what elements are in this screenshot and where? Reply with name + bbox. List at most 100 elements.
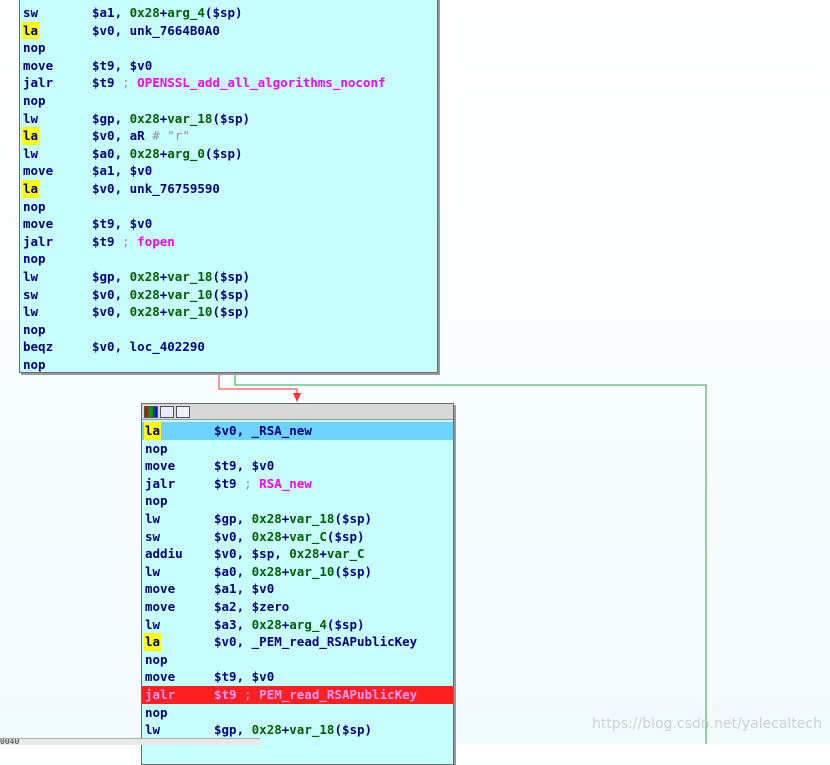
instruction-row[interactable]: move $t9, $v0 — [20, 215, 437, 233]
graph-color-icon[interactable] — [144, 406, 158, 418]
instruction-row[interactable]: jalr $t9 ; OPENSSL_add_all_algorithms_noc… — [20, 74, 437, 92]
mnemonic[interactable]: jalr — [144, 475, 176, 493]
instruction-row[interactable]: nop — [142, 492, 453, 510]
mnemonic[interactable]: nop — [22, 198, 47, 216]
mnemonic[interactable]: move — [144, 580, 176, 598]
instruction-row[interactable]: nop — [20, 39, 437, 57]
instruction-row[interactable]: lw $gp, 0x28+var_18($sp) — [20, 110, 437, 128]
instruction-row[interactable]: nop — [20, 198, 437, 216]
instruction-row[interactable]: lw $gp, 0x28+var_18($sp) — [142, 721, 453, 739]
operand: $sp — [334, 528, 358, 544]
instruction-row[interactable]: lw $a0, 0x28+var_10($sp) — [142, 563, 453, 581]
instruction-row[interactable]: nop — [142, 651, 453, 669]
instruction-row[interactable]: nop — [20, 250, 437, 268]
mnemonic[interactable]: lw — [144, 616, 161, 634]
mnemonic[interactable]: la — [144, 422, 162, 440]
instruction-row[interactable]: lw $a3, 0x28+arg_4($sp) — [142, 616, 453, 634]
mnemonic[interactable]: move — [144, 668, 176, 686]
mnemonic[interactable]: lw — [22, 303, 39, 321]
instruction-row[interactable]: nop — [20, 92, 437, 110]
mnemonic[interactable]: nop — [22, 92, 47, 110]
mnemonic[interactable]: move — [22, 57, 54, 75]
code-block-2[interactable]: la $v0, _RSA_new nop move $t9, $v0 jalr $t9 ; … — [141, 403, 454, 765]
instruction-row[interactable]: sw $v0, 0x28+var_10($sp) — [20, 286, 437, 304]
instruction-row[interactable]: la $v0, _PEM_read_RSAPublicKey — [142, 633, 453, 651]
instruction-row[interactable]: jalr $t9 ; fopen — [20, 233, 437, 251]
mnemonic[interactable]: la — [22, 179, 40, 198]
mnemonic[interactable]: la — [144, 633, 162, 651]
instruction-row[interactable]: nop — [142, 440, 453, 458]
instruction-row[interactable]: move $a1, $v0 — [142, 580, 453, 598]
mnemonic[interactable]: lw — [22, 110, 39, 128]
instruction-row[interactable]: move $a2, $zero — [142, 598, 453, 616]
instruction-row[interactable]: jalr $t9 ; PEM_read_RSAPublicKey — [142, 685, 453, 704]
mnemonic[interactable]: move — [22, 215, 54, 233]
group-nodes-icon[interactable] — [176, 406, 190, 418]
instruction-row[interactable]: sw $v0, 0x28+var_C($sp) — [142, 528, 453, 546]
mnemonic[interactable]: nop — [144, 651, 169, 669]
mnemonic[interactable]: nop — [144, 492, 169, 510]
instruction-row[interactable]: lw $gp, 0x28+var_18($sp) — [142, 510, 453, 528]
instruction-row[interactable]: move $t9, $v0 — [142, 668, 453, 686]
mnemonic[interactable]: nop — [22, 250, 47, 268]
instruction-row[interactable]: move $t9, $v0 — [20, 57, 437, 75]
function-name[interactable]: PEM_read_RSAPublicKey — [259, 687, 417, 702]
mnemonic[interactable]: la — [22, 21, 40, 40]
instruction-row[interactable]: jalr $t9 ; RSA_new — [142, 475, 453, 493]
mnemonic[interactable]: nop — [22, 356, 47, 374]
rename-icon[interactable] — [160, 406, 174, 418]
operand[interactable]: loc_402290 — [130, 339, 205, 354]
mnemonic[interactable]: nop — [22, 321, 47, 339]
mnemonic[interactable]: move — [22, 162, 54, 180]
instruction-row[interactable]: nop — [142, 704, 453, 722]
instruction-row[interactable]: beqz $v0, loc_402290 — [20, 338, 437, 356]
mnemonic[interactable]: nop — [144, 704, 169, 722]
mnemonic[interactable]: move — [144, 457, 176, 475]
mnemonic[interactable]: sw — [22, 4, 39, 22]
comment: ; — [114, 233, 138, 249]
instruction-row[interactable]: lw $a0, 0x28+arg_0($sp) — [20, 145, 437, 163]
mnemonic[interactable]: jalr — [22, 74, 54, 92]
operand[interactable]: unk_7664B0A0 — [130, 23, 220, 38]
mnemonic[interactable]: lw — [144, 721, 161, 739]
instruction-row[interactable]: sw $a1, 0x28+arg_4($sp) — [20, 4, 437, 22]
function-name[interactable]: OPENSSL_add_all_algorithms_noconf — [137, 75, 385, 90]
instruction-row[interactable]: move $t9, $v0 — [142, 457, 453, 475]
mnemonic[interactable]: sw — [22, 286, 39, 304]
instruction-row[interactable]: la $v0, aR # "r" — [20, 127, 437, 145]
function-name[interactable]: fopen — [137, 234, 175, 249]
operand[interactable]: aR — [130, 128, 145, 143]
code-block-1[interactable]: sw $a1, 0x28+arg_4($sp) la $v0, unk_7664B0A… — [19, 0, 438, 373]
instruction-row[interactable]: la $v0, unk_76759590 — [20, 179, 437, 198]
instruction-row[interactable]: nop — [20, 356, 437, 374]
operand: $sp — [212, 145, 236, 161]
mnemonic[interactable]: jalr — [22, 233, 54, 251]
operand: , — [236, 423, 252, 438]
mnemonic[interactable]: lw — [22, 145, 39, 163]
instruction-row[interactable]: addiu $v0, $sp, 0x28+var_C — [142, 545, 453, 563]
mnemonic[interactable]: nop — [22, 39, 47, 57]
mnemonic[interactable]: sw — [144, 528, 161, 546]
function-name[interactable]: RSA_new — [259, 476, 312, 491]
mnemonic[interactable]: lw — [144, 563, 161, 581]
operand: , — [114, 304, 130, 320]
mnemonic[interactable]: nop — [144, 440, 169, 458]
operand: ( — [212, 286, 220, 302]
mnemonic[interactable]: lw — [144, 510, 161, 528]
instruction-row[interactable]: nop — [20, 321, 437, 339]
instruction-row[interactable]: lw $gp, 0x28+var_18($sp) — [20, 268, 437, 286]
operand[interactable]: _PEM_read_RSAPublicKey — [252, 634, 418, 649]
operand: $a3 — [214, 616, 237, 632]
operand[interactable]: _RSA_new — [252, 423, 312, 438]
instruction-row[interactable]: lw $v0, 0x28+var_10($sp) — [20, 303, 437, 321]
mnemonic[interactable]: lw — [22, 268, 39, 286]
instruction-row[interactable]: move $a1, $v0 — [20, 162, 437, 180]
mnemonic[interactable]: jalr — [144, 686, 176, 704]
mnemonic[interactable]: addiu — [144, 545, 184, 563]
mnemonic[interactable]: move — [144, 598, 176, 616]
instruction-row[interactable]: la $v0, unk_7664B0A0 — [20, 21, 437, 40]
mnemonic[interactable]: la — [22, 127, 40, 145]
operand[interactable]: unk_76759590 — [130, 181, 220, 196]
instruction-row[interactable]: la $v0, _RSA_new — [142, 422, 453, 440]
mnemonic[interactable]: beqz — [22, 338, 54, 356]
